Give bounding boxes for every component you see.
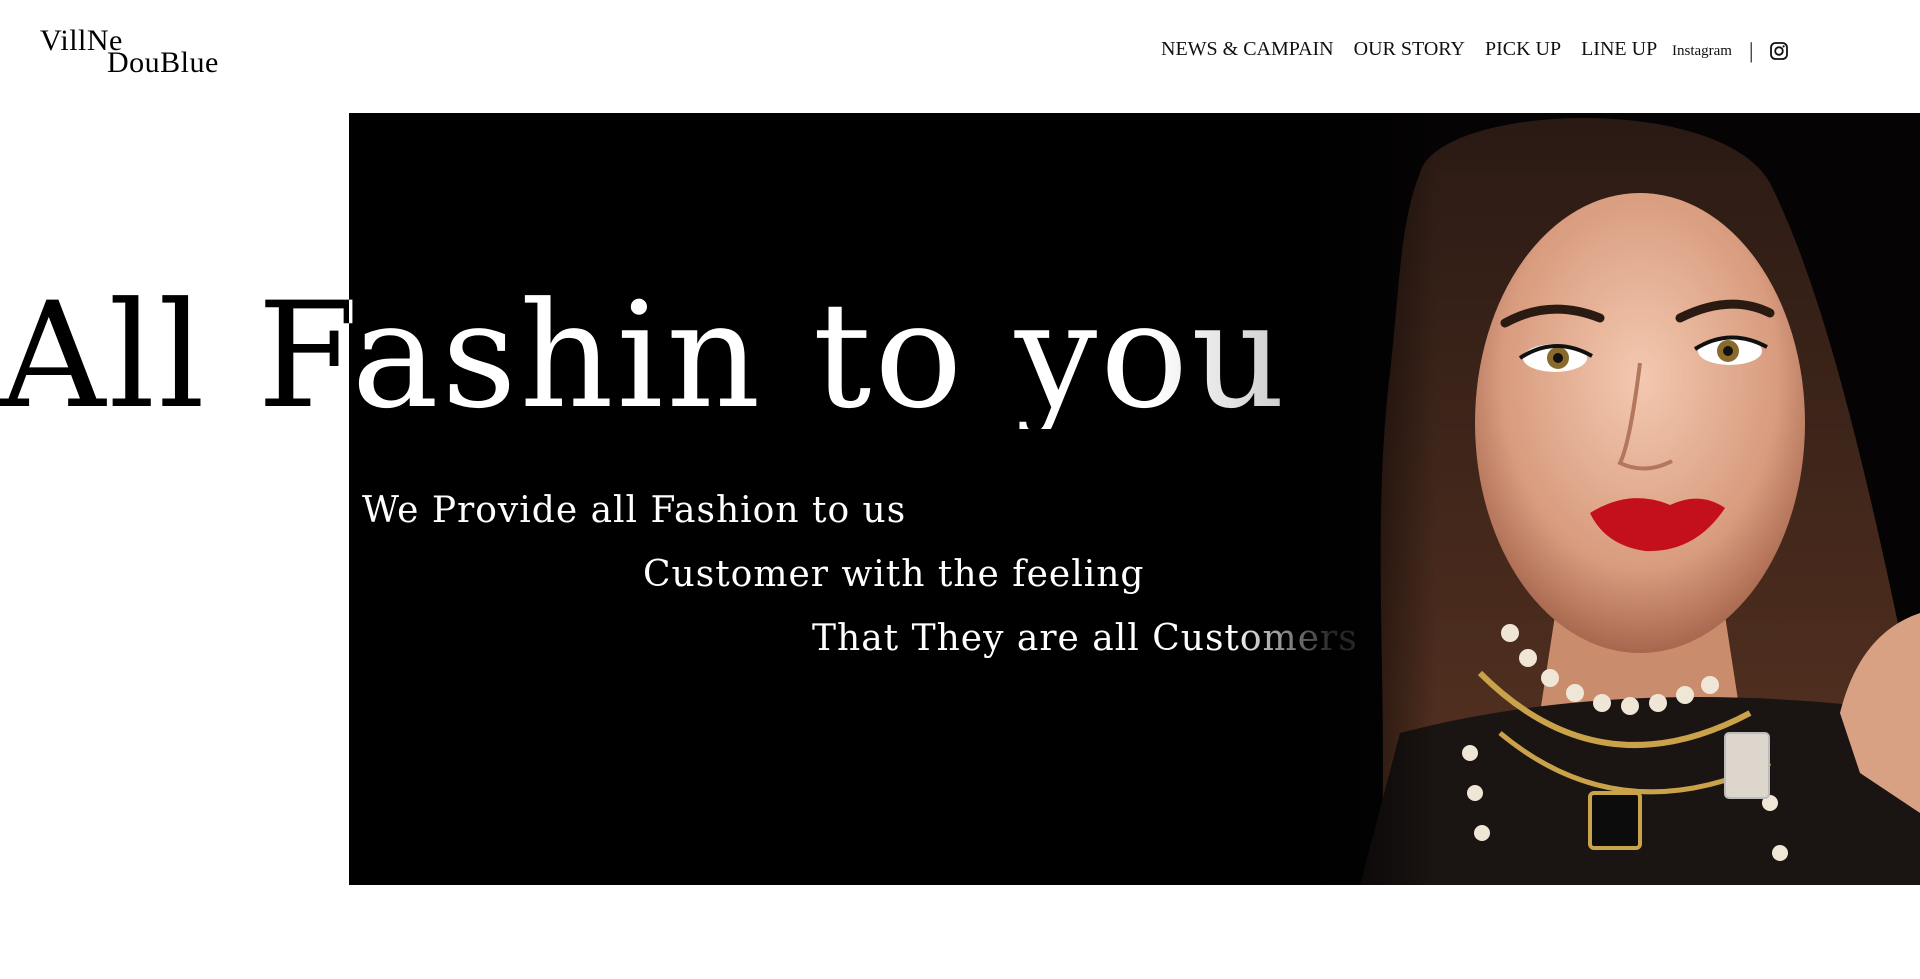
instagram-icon[interactable] — [1769, 41, 1789, 61]
social-links: Instagram | — [1672, 40, 1789, 62]
nav-item-pick-up[interactable]: PICK UP — [1485, 38, 1561, 61]
social-separator: | — [1748, 38, 1754, 63]
main-nav: NEWS & CAMPAIN OUR STORY PICK UP LINE UP — [1161, 38, 1657, 61]
logo-line-2: DouBlue — [107, 46, 219, 79]
hero-tagline-3: That They are all Customers — [812, 618, 1358, 659]
nav-item-our-story[interactable]: OUR STORY — [1354, 38, 1465, 61]
instagram-link[interactable]: Instagram — [1672, 43, 1732, 60]
brand-logo[interactable]: VillNe DouBlue — [40, 22, 230, 78]
hero-tagline-1: We Provide all Fashion to us — [362, 490, 907, 531]
model-portrait-image — [1300, 113, 1920, 885]
hero-tagline-2: Customer with the feeling — [643, 554, 1145, 595]
nav-item-news-campain[interactable]: NEWS & CAMPAIN — [1161, 38, 1334, 61]
nav-item-line-up[interactable]: LINE UP — [1581, 38, 1657, 61]
